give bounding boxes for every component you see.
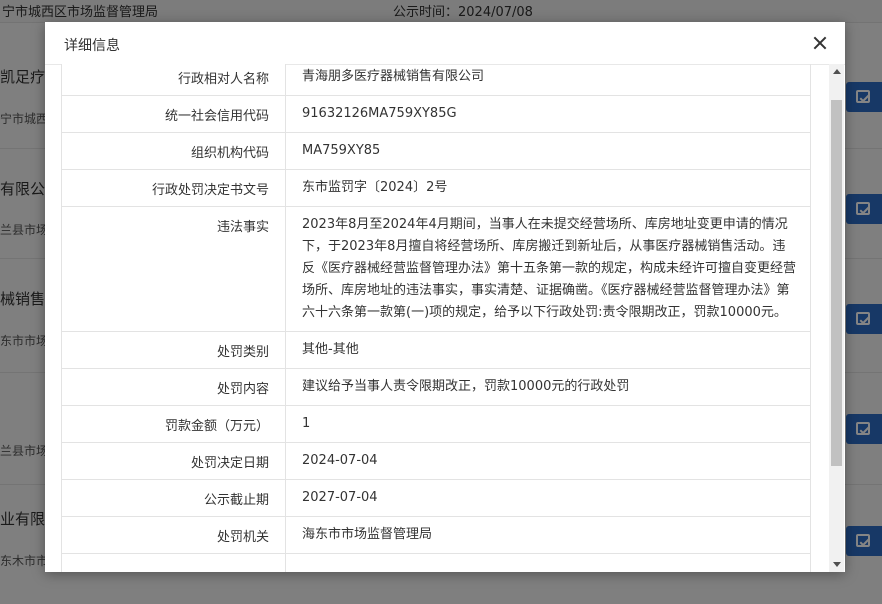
vertical-scrollbar[interactable]: [829, 64, 844, 572]
row-value: 2024-07-04: [285, 442, 811, 480]
dialog-title: 详细信息: [64, 38, 120, 54]
row-value: 2023年8月至2024年4月期间，当事人在未提交经营场所、库房地址变更申请的情…: [285, 206, 811, 332]
row-value: 海东市市场监督管理局: [285, 516, 811, 554]
table-row: 处罚类别 其他-其他: [61, 331, 811, 369]
table-row: 处罚决定日期 2024-07-04: [61, 442, 811, 480]
table-row: 罚款金额（万元） 1: [61, 405, 811, 443]
table-row: 公示截止期 2027-07-04: [61, 479, 811, 517]
row-label: 处罚内容: [61, 368, 286, 406]
row-label: 罚款金额（万元）: [61, 405, 286, 443]
table-row: 违法事实 2023年8月至2024年4月期间，当事人在未提交经营场所、库房地址变…: [61, 206, 811, 332]
row-value: MA759XY85: [285, 132, 811, 170]
scroll-down-arrow-icon[interactable]: [833, 562, 841, 567]
dialog-body[interactable]: 行政相对人名称 青海朋多医疗器械销售有限公司 统一社会信用代码 91632126…: [45, 64, 845, 572]
dialog-header: 详细信息: [45, 22, 845, 65]
row-value: 青海朋多医疗器械销售有限公司: [285, 64, 811, 96]
row-label: 统一社会信用代码: [61, 95, 286, 133]
row-label: 处罚机关: [61, 516, 286, 554]
row-label: 组织机构代码: [61, 132, 286, 170]
detail-dialog: 详细信息 行政相对人名称 青海朋多医疗器械销售有限公司 统一社会信用代码 916…: [45, 22, 845, 572]
row-value: 其他-其他: [285, 331, 811, 369]
scroll-up-arrow-icon[interactable]: [833, 69, 841, 74]
row-label: 公示截止期: [61, 479, 286, 517]
scrollbar-thumb[interactable]: [831, 100, 842, 466]
detail-table: 行政相对人名称 青海朋多医疗器械销售有限公司 统一社会信用代码 91632126…: [61, 64, 811, 572]
table-row: 处罚内容 建议给予当事人责令限期改正，罚款10000元的行政处罚: [61, 368, 811, 406]
row-value: 建议给予当事人责令限期改正，罚款10000元的行政处罚: [285, 368, 811, 406]
table-row: 组织机构代码 MA759XY85: [61, 132, 811, 170]
row-label: 行政处罚决定书文号: [61, 169, 286, 207]
table-row: 处罚机关 海东市市场监督管理局: [61, 516, 811, 554]
row-value: [285, 553, 811, 572]
row-value: 东市监罚字〔2024〕2号: [285, 169, 811, 207]
row-label: 行政相对人名称: [61, 64, 286, 96]
table-row: 行政处罚决定书文号 东市监罚字〔2024〕2号: [61, 169, 811, 207]
row-label: 处罚决定日期: [61, 442, 286, 480]
row-value: 2027-07-04: [285, 479, 811, 517]
row-value: 1: [285, 405, 811, 443]
close-icon[interactable]: [809, 32, 831, 54]
table-row: 统一社会信用代码 91632126MA759XY85G: [61, 95, 811, 133]
row-label: 处罚类别: [61, 331, 286, 369]
row-label: 违法事实: [61, 206, 286, 332]
row-value: 91632126MA759XY85G: [285, 95, 811, 133]
table-row: [61, 553, 811, 572]
row-label: [61, 553, 286, 572]
table-row: 行政相对人名称 青海朋多医疗器械销售有限公司: [61, 64, 811, 96]
